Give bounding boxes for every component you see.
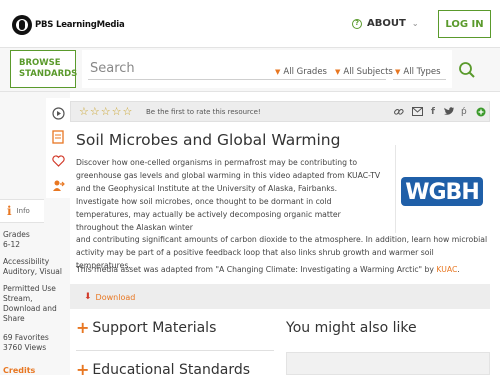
resource-action-icons [46,98,70,198]
support-materials-toggle[interactable]: + Support Materials [76,318,217,337]
permitted-use-meta: Permitted Use Stream, Download and Share [3,284,57,324]
about-label: ABOUT [367,18,406,29]
pbs-head-icon [12,15,32,35]
about-menu[interactable]: ? ABOUT ⌄ [352,18,419,29]
rating-prompt: Be the first to rate this resource! [146,108,261,116]
subjects-filter-label: All Subjects [343,67,393,77]
download-icon: ⬇ [84,292,92,302]
star-icon[interactable]: ☆ [101,106,111,118]
info-tab-label: Info [16,207,30,215]
types-filter[interactable]: ▼ All Types [395,67,441,77]
link-icon[interactable] [394,107,404,120]
educational-standards-title: Educational Standards [92,362,251,378]
related-heading: You might also like [286,320,417,336]
search-button[interactable] [458,61,476,79]
grades-value: 6-12 [3,240,21,249]
download-label: Download [95,292,136,302]
filter-underline [333,79,386,80]
grades-filter-label: All Grades [283,67,327,77]
types-filter-label: All Types [403,67,441,77]
star-icon[interactable]: ☆ [79,106,89,118]
dropdown-triangle-icon: ▼ [275,68,281,76]
star-icon[interactable]: ☆ [123,106,133,118]
credits-link[interactable]: Credits [3,366,35,375]
grades-meta: Grades 6-12 [3,230,30,250]
accessibility-value: Auditory, Visual [3,267,62,276]
plus-icon: + [76,318,90,337]
login-button[interactable]: LOG IN [438,10,491,38]
document-icon[interactable] [51,130,65,144]
favorite-heart-icon[interactable] [51,154,65,168]
google-plus-icon[interactable] [476,107,486,120]
download-button[interactable]: ⬇ Download [84,292,135,302]
section-divider [76,350,274,351]
adaptation-credit: This media asset was adapted from "A Cha… [76,265,460,274]
educational-standards-toggle[interactable]: + Educational Standards [76,362,251,379]
chevron-down-icon: ⌄ [411,19,419,28]
browse-standards-button[interactable]: BROWSE STANDARDS [10,50,78,88]
filter-underline [273,79,323,80]
logo-text: PBS LearningMedia [35,20,125,30]
pinterest-icon[interactable]: ṕ [461,107,467,117]
dropdown-triangle-icon: ▼ [395,68,401,76]
related-resource-card[interactable] [286,352,490,375]
rating-stars[interactable]: ☆ ☆ ☆ ☆ ☆ [79,106,133,118]
info-tab[interactable]: i Info [0,199,44,223]
twitter-icon[interactable] [444,107,454,119]
permitted-label: Permitted Use [3,284,56,293]
favorites-count: 69 Favorites [3,333,49,342]
filter-underline [393,79,446,80]
facebook-icon[interactable]: f [431,107,435,117]
download-bar: ⬇ Download [70,284,490,309]
search-box: ▼ All Grades ▼ All Subjects ▼ All Types [82,50,452,88]
search-input[interactable] [90,61,265,76]
adapted-prefix: This media asset was adapted from "A Cha… [76,265,437,274]
dropdown-triangle-icon: ▼ [335,68,341,76]
permitted-value-1: Stream, [3,294,33,303]
star-icon[interactable]: ☆ [90,106,100,118]
resource-title: Soil Microbes and Global Warming [76,131,341,149]
star-icon[interactable]: ☆ [112,106,122,118]
email-icon[interactable] [412,107,423,119]
search-icon [459,62,475,78]
play-icon[interactable] [51,106,65,120]
kuac-link[interactable]: KUAC [436,265,457,274]
info-icon: i [7,204,12,218]
rating-bar: ☆ ☆ ☆ ☆ ☆ Be the first to rate this reso… [70,101,490,122]
views-count: 3760 Views [3,343,47,352]
grades-filter[interactable]: ▼ All Grades [275,67,327,77]
share-user-icon[interactable] [51,178,65,192]
support-materials-title: Support Materials [92,320,217,336]
accessibility-meta: Accessibility Auditory, Visual [3,257,62,277]
accessibility-label: Accessibility [3,257,50,266]
pbs-learningmedia-logo[interactable]: PBS LearningMedia [12,15,125,35]
resource-description: Discover how one-celled organisms in per… [76,157,488,273]
permitted-value-2: Download and [3,304,57,313]
permitted-value-3: Share [3,314,25,323]
stats-meta: 69 Favorites 3760 Views [3,333,49,353]
related-title: You might also like [286,320,417,336]
browse-label-line1: BROWSE [19,58,61,68]
adapted-suffix: . [457,265,460,274]
description-part1: Discover how one-celled organisms in per… [76,158,381,232]
browse-label-line2: STANDARDS [19,69,78,79]
question-icon: ? [352,18,362,29]
grades-label: Grades [3,230,30,239]
search-bar: BROWSE STANDARDS ▼ All Grades ▼ All Subj… [0,47,500,92]
site-header: PBS LearningMedia ? ABOUT ⌄ LOG IN [0,0,500,47]
subjects-filter[interactable]: ▼ All Subjects [335,67,393,77]
